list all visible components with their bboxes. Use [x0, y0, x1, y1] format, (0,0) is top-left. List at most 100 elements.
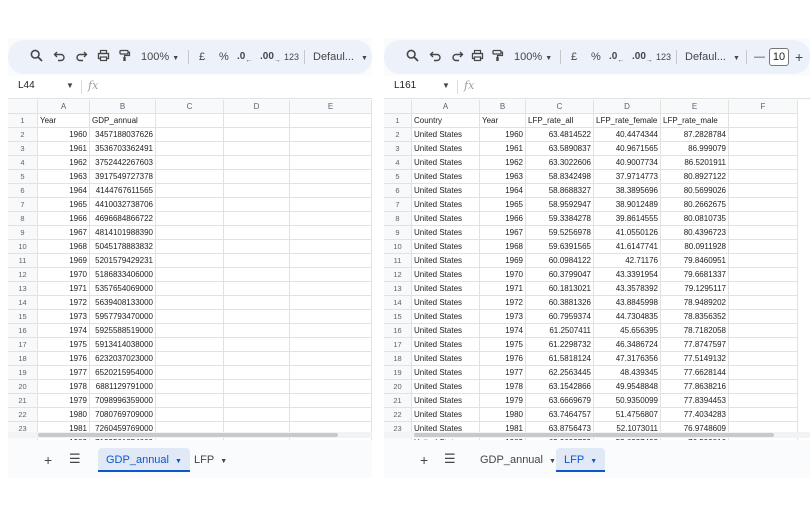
cell[interactable]: 46.3486724	[594, 338, 661, 352]
cell[interactable]: 38.3895696	[594, 184, 661, 198]
row-number[interactable]: 4	[8, 156, 38, 170]
row-number[interactable]: 7	[8, 198, 38, 212]
cell[interactable]: 1969	[38, 254, 90, 268]
cell[interactable]	[156, 394, 224, 408]
cell[interactable]	[156, 268, 224, 282]
cell[interactable]	[729, 114, 798, 128]
row-number[interactable]: 16	[384, 324, 412, 338]
increase-decimal-button[interactable]: .00→	[632, 49, 653, 65]
cell[interactable]: 40.9671565	[594, 142, 661, 156]
cell[interactable]	[290, 338, 372, 352]
cell[interactable]: 5186833406000	[90, 268, 156, 282]
print-icon[interactable]	[97, 49, 110, 65]
cell[interactable]: 63.5890837	[526, 142, 594, 156]
cell[interactable]: 39.8614555	[594, 212, 661, 226]
cell[interactable]: 40.4474344	[594, 128, 661, 142]
cell[interactable]: United States	[412, 198, 480, 212]
cell[interactable]: United States	[412, 394, 480, 408]
row-number[interactable]: 7	[384, 198, 412, 212]
cell[interactable]	[290, 282, 372, 296]
add-sheet-icon[interactable]: +	[44, 452, 52, 468]
cell[interactable]	[224, 212, 290, 226]
cell[interactable]: United States	[412, 338, 480, 352]
row-number[interactable]: 1	[384, 114, 412, 128]
row-number[interactable]: 21	[384, 394, 412, 408]
cell[interactable]: 60.1813021	[526, 282, 594, 296]
cell[interactable]	[156, 380, 224, 394]
cell[interactable]: 43.3391954	[594, 268, 661, 282]
cell[interactable]	[290, 380, 372, 394]
cell[interactable]: United States	[412, 352, 480, 366]
row-number[interactable]: 14	[8, 296, 38, 310]
cell[interactable]: 63.6669679	[526, 394, 594, 408]
cell[interactable]: 6520215954000	[90, 366, 156, 380]
row-number[interactable]: 20	[384, 380, 412, 394]
row-number[interactable]: 19	[8, 366, 38, 380]
cell[interactable]	[729, 240, 798, 254]
cell[interactable]: 1980	[38, 408, 90, 422]
cell[interactable]: 3917549727378	[90, 170, 156, 184]
cell[interactable]	[729, 254, 798, 268]
paint-format-icon[interactable]	[491, 49, 504, 65]
cell[interactable]	[224, 240, 290, 254]
cell[interactable]	[729, 380, 798, 394]
cell[interactable]	[156, 296, 224, 310]
cell[interactable]: 59.5256978	[526, 226, 594, 240]
cell[interactable]: 63.7464757	[526, 408, 594, 422]
cell[interactable]	[290, 226, 372, 240]
cell[interactable]	[156, 198, 224, 212]
cell[interactable]	[224, 128, 290, 142]
row-number[interactable]: 17	[8, 338, 38, 352]
tab-lfp[interactable]: LFP ▼	[556, 448, 606, 472]
cell[interactable]: 58.8688327	[526, 184, 594, 198]
row-number[interactable]: 8	[384, 212, 412, 226]
cell[interactable]: 1966	[480, 212, 526, 226]
cell[interactable]: 1962	[38, 156, 90, 170]
row-number[interactable]: 17	[384, 338, 412, 352]
cell[interactable]: 1980	[480, 408, 526, 422]
cell[interactable]	[290, 254, 372, 268]
cell[interactable]: 78.7182058	[661, 324, 729, 338]
cell[interactable]: 1979	[480, 394, 526, 408]
cell[interactable]	[729, 324, 798, 338]
row-number[interactable]: 20	[8, 380, 38, 394]
cell[interactable]	[290, 310, 372, 324]
cell[interactable]: 1960	[480, 128, 526, 142]
cell[interactable]: 1968	[38, 240, 90, 254]
cell[interactable]: 37.9714773	[594, 170, 661, 184]
cell[interactable]: 1974	[38, 324, 90, 338]
row-number[interactable]: 12	[384, 268, 412, 282]
cell[interactable]: 43.3578392	[594, 282, 661, 296]
cell[interactable]: United States	[412, 296, 480, 310]
cell[interactable]: 40.9007734	[594, 156, 661, 170]
font-size-decrease-button[interactable]: —	[754, 49, 765, 65]
cell[interactable]: 1967	[480, 226, 526, 240]
cell[interactable]: United States	[412, 282, 480, 296]
cell[interactable]: 42.71176	[594, 254, 661, 268]
currency-format-button[interactable]: £	[199, 49, 205, 65]
cell-grid[interactable]: A B C D E 1 Year GDP_annual 2 1960 3457188037626 3 1…	[8, 100, 372, 440]
cell[interactable]: United States	[412, 240, 480, 254]
cell[interactable]: United States	[412, 170, 480, 184]
column-header[interactable]: E	[290, 100, 372, 114]
cell[interactable]	[729, 268, 798, 282]
cell[interactable]: 1969	[480, 254, 526, 268]
cell[interactable]: 1967	[38, 226, 90, 240]
cell[interactable]: 59.6391565	[526, 240, 594, 254]
row-number[interactable]: 15	[384, 310, 412, 324]
cell[interactable]: 5639408133000	[90, 296, 156, 310]
cell[interactable]: 5045178883832	[90, 240, 156, 254]
tab-gdp-annual[interactable]: GDP_annual ▼	[472, 448, 564, 472]
row-number[interactable]: 2	[384, 128, 412, 142]
cell[interactable]: 80.5699026	[661, 184, 729, 198]
chevron-down-icon[interactable]: ▼	[442, 81, 450, 90]
font-select[interactable]: Defaul... ▼	[313, 49, 368, 65]
row-number[interactable]: 4	[384, 156, 412, 170]
cell[interactable]: 1975	[38, 338, 90, 352]
cell[interactable]: 58.9592947	[526, 198, 594, 212]
cell[interactable]	[224, 282, 290, 296]
cell[interactable]: GDP_annual	[90, 114, 156, 128]
cell[interactable]: 1974	[480, 324, 526, 338]
cell[interactable]: 41.0550126	[594, 226, 661, 240]
cell[interactable]	[290, 212, 372, 226]
